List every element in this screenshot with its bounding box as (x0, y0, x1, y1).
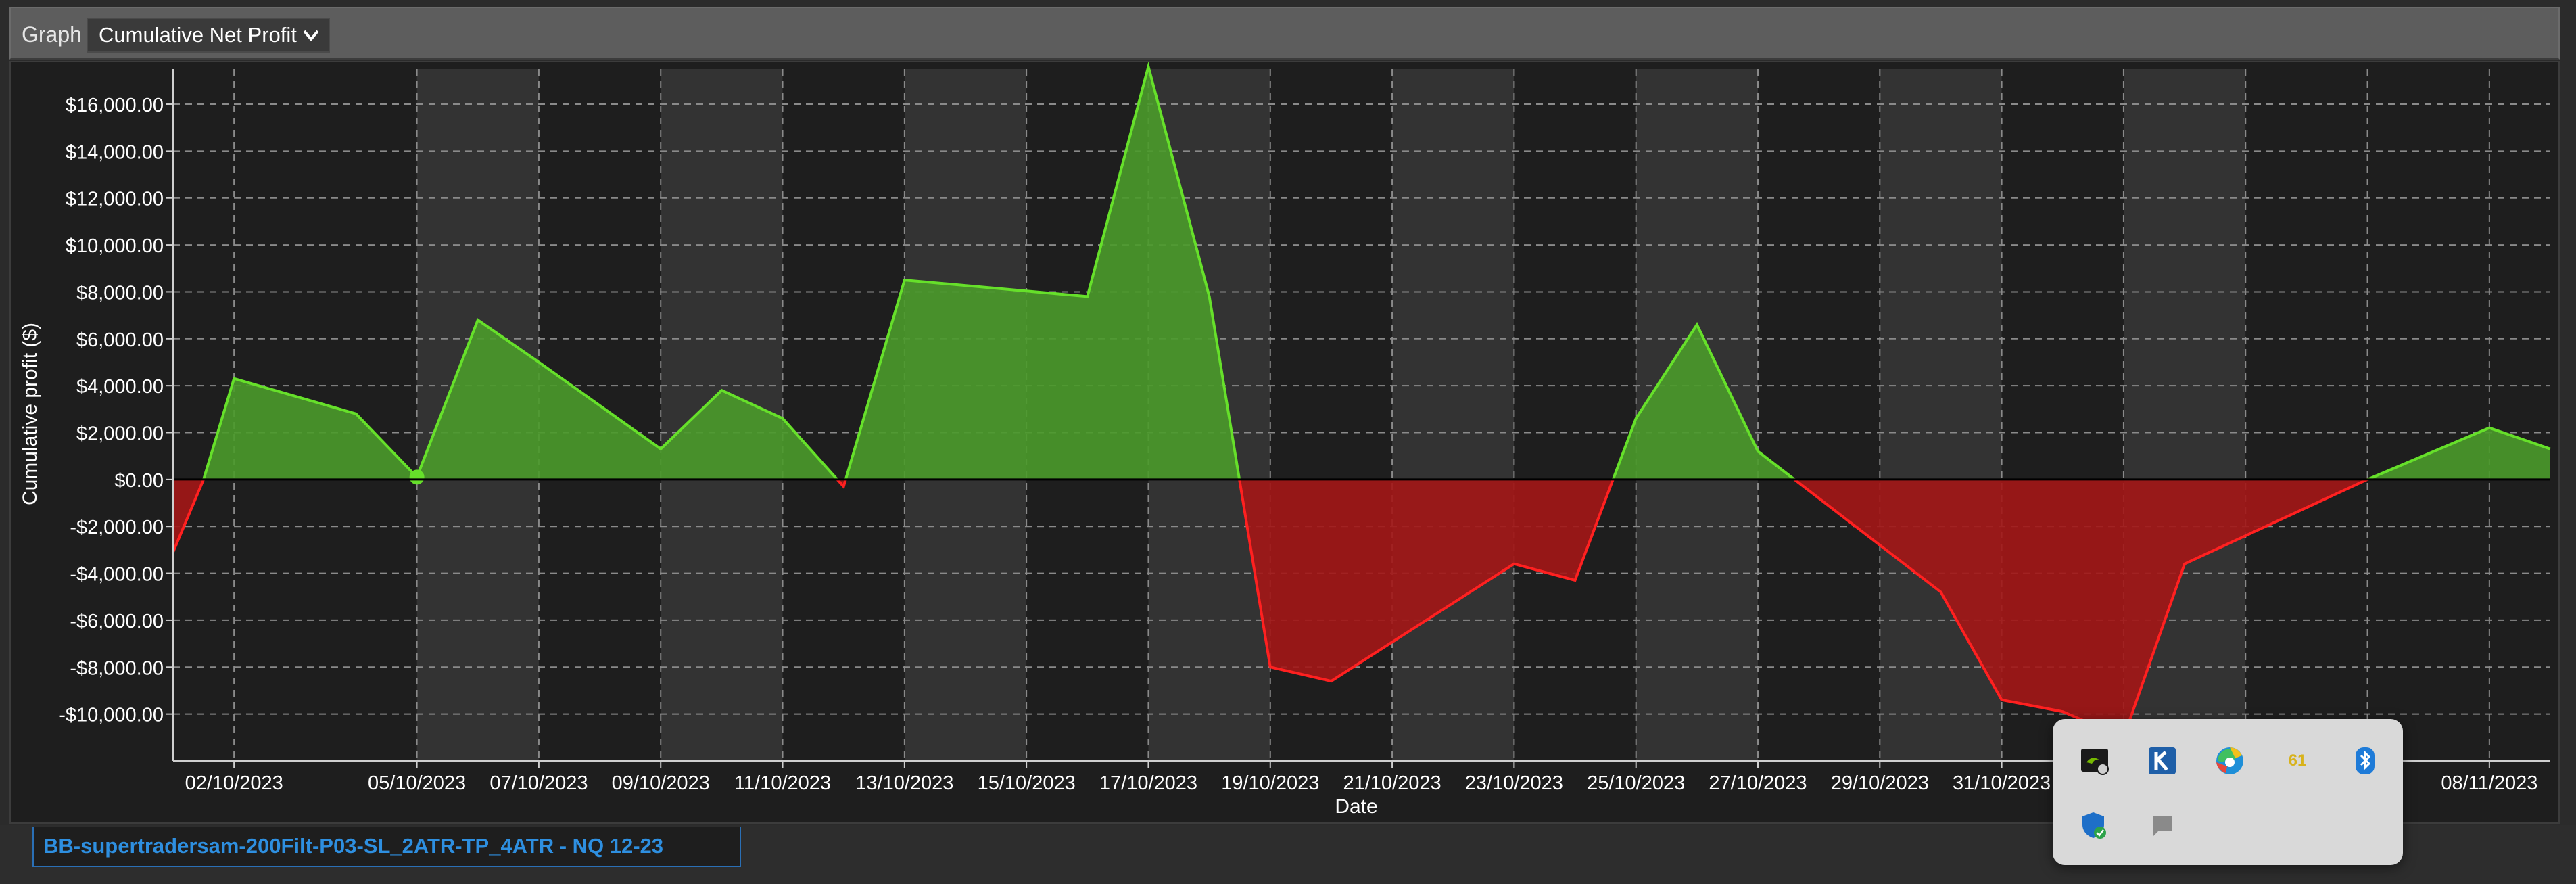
graph-type-value: Cumulative Net Profit (99, 23, 297, 47)
chevron-down-icon (303, 30, 319, 42)
x-tick-label: 02/10/2023 (185, 772, 283, 794)
y-axis-label: Cumulative profit ($) (19, 323, 41, 505)
x-tick-label: 27/10/2023 (1709, 772, 1807, 794)
y-tick-label: $2,000.00 (76, 423, 164, 445)
y-tick-label: -$8,000.00 (70, 657, 164, 679)
y-tick-label: $10,000.00 (66, 235, 164, 257)
x-tick-label: 05/10/2023 (368, 772, 466, 794)
x-tick-label: 08/11/2023 (2441, 772, 2537, 794)
y-tick-label: $6,000.00 (76, 329, 164, 351)
chart-panel: -$10,000.00 -$8,000.00 -$6,000.00 -$4,000.0… (9, 61, 2560, 824)
shaded-band (1392, 69, 1514, 761)
graph-label: Graph (22, 22, 82, 47)
edge-icon[interactable] (2212, 743, 2247, 778)
y-axis-ticks: -$10,000.00 -$8,000.00 -$6,000.00 -$4,000.0… (59, 95, 173, 726)
strategy-tab[interactable]: BB-supertradersam-200Filt-P03-SL_2ATR-TP… (32, 827, 741, 867)
x-tick-label: 29/10/2023 (1831, 772, 1929, 794)
y-tick-label: -$2,000.00 (70, 517, 164, 538)
notification-count-icon[interactable]: 61 (2280, 747, 2315, 774)
y-tick-label: $16,000.00 (66, 95, 164, 116)
x-tick-label: 31/10/2023 (1953, 772, 2051, 794)
nvidia-icon[interactable] (2077, 743, 2112, 778)
y-tick-label: $8,000.00 (76, 282, 164, 304)
x-tick-label: 13/10/2023 (855, 772, 953, 794)
windows-security-icon[interactable] (2077, 808, 2112, 843)
y-tick-label: -$4,000.00 (70, 564, 164, 586)
x-tick-label: 17/10/2023 (1099, 772, 1197, 794)
x-tick-label: 25/10/2023 (1587, 772, 1685, 794)
graph-toolbar: Graph Cumulative Net Profit (9, 7, 2560, 60)
k-app-icon[interactable] (2145, 743, 2180, 778)
cumulative-net-profit-chart: -$10,000.00 -$8,000.00 -$6,000.00 -$4,000.0… (19, 62, 2551, 818)
x-tick-label: 15/10/2023 (978, 772, 1076, 794)
system-tray-overflow: 61 (2053, 719, 2403, 865)
x-tick-label: 19/10/2023 (1221, 772, 1319, 794)
y-tick-label: -$6,000.00 (70, 611, 164, 632)
x-tick-label: 21/10/2023 (1343, 772, 1441, 794)
y-tick-label: $0.00 (114, 470, 164, 492)
selected-point-marker (409, 469, 425, 485)
y-tick-label: $14,000.00 (66, 141, 164, 163)
x-tick-label: 07/10/2023 (490, 772, 588, 794)
y-tick-label: $12,000.00 (66, 189, 164, 210)
y-tick-label: -$10,000.00 (59, 705, 164, 726)
graph-type-select[interactable]: Cumulative Net Profit (87, 18, 330, 53)
x-tick-label: 11/10/2023 (734, 772, 831, 794)
profit-area (2367, 427, 2550, 480)
bluetooth-icon[interactable] (2347, 743, 2383, 778)
y-tick-label: $4,000.00 (76, 376, 164, 398)
x-tick-label: 23/10/2023 (1465, 772, 1563, 794)
x-axis-label: Date (1335, 795, 1377, 818)
message-icon[interactable] (2145, 808, 2180, 843)
x-tick-label: 09/10/2023 (612, 772, 710, 794)
